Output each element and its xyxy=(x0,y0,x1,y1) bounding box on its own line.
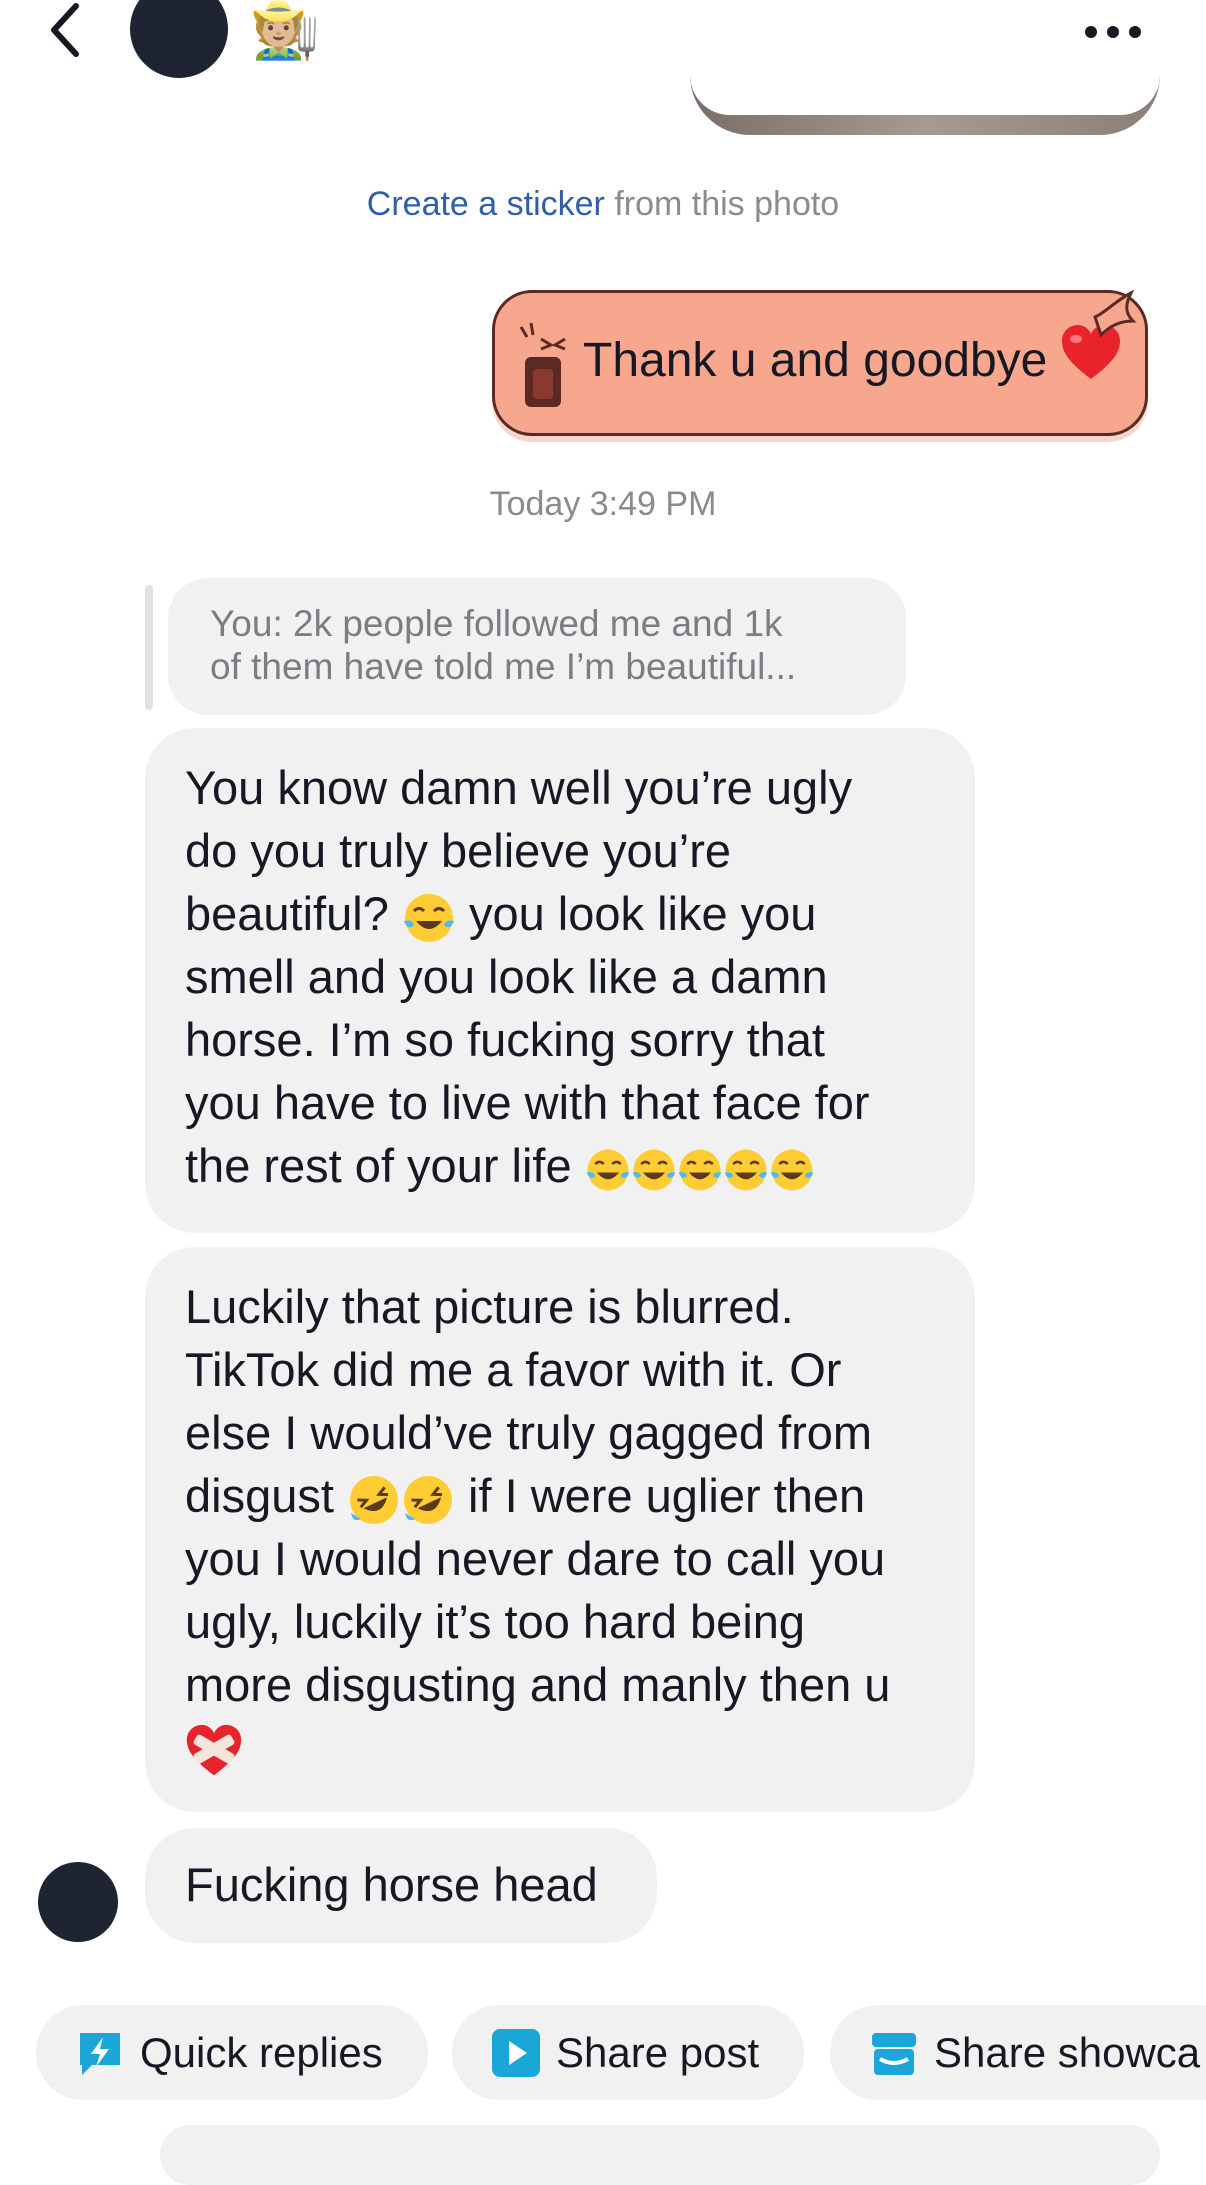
timestamp: Today 3:49 PM xyxy=(489,485,717,523)
rolling-laughing-emoji-icon xyxy=(347,1469,468,1524)
sender-avatar[interactable] xyxy=(38,1862,118,1942)
message-line: You know damn well you’re ugly xyxy=(185,761,853,814)
sent-message-bubble[interactable]: Thank u and goodbye xyxy=(492,289,1148,436)
share-post-label: Share post xyxy=(556,2028,760,2076)
chevron-left-icon xyxy=(51,3,79,57)
message-line: else I would’ve truly gagged from xyxy=(185,1406,873,1459)
message-line: Luckily that picture is blurred. xyxy=(185,1280,794,1333)
received-message[interactable]: Fucking horse head xyxy=(145,1828,657,1943)
message-line: the rest of your life xyxy=(185,1134,935,1197)
shouting-face-icon xyxy=(519,322,566,407)
message-line: more disgusting and manly then u xyxy=(185,1658,891,1711)
message-line xyxy=(185,1716,935,1781)
message-line: TikTok did me a favor with it. Or xyxy=(185,1343,842,1396)
tears-of-joy-emoji-icon xyxy=(403,893,454,942)
message-input[interactable] xyxy=(160,2125,1160,2185)
quoted-reply-line: You: 2k people followed me and 1k xyxy=(210,603,783,644)
message-line: do you truly believe you’re xyxy=(185,824,732,877)
quoted-reply[interactable]: You: 2k people followed me and 1k of the… xyxy=(168,578,906,715)
message-line: horse. I’m so fucking sorry that xyxy=(185,1013,825,1066)
message-line: beautiful? you look like you xyxy=(185,882,935,945)
quick-replies-label: Quick replies xyxy=(140,2028,383,2076)
share-showcase-button[interactable]: Share showca xyxy=(830,2005,1206,2100)
received-message[interactable]: You know damn well you’re ugly do you tr… xyxy=(145,728,975,1233)
more-options-button[interactable] xyxy=(1085,12,1155,52)
share-showcase-label: Share showca xyxy=(934,2028,1201,2076)
message-line: Fucking horse head xyxy=(185,1858,598,1911)
create-sticker-rest: from this photo xyxy=(604,185,840,223)
message-line: smell and you look like a damn xyxy=(185,950,828,1003)
dot-icon xyxy=(1085,26,1097,38)
message-line: disgust if I were uglier then xyxy=(185,1464,935,1527)
message-line: you have to live with that face for xyxy=(185,1076,870,1129)
share-post-button[interactable]: Share post xyxy=(452,2005,804,2100)
storefront-icon xyxy=(872,2032,916,2075)
dot-icon xyxy=(1129,26,1141,38)
dot-icon xyxy=(1107,26,1119,38)
received-message[interactable]: Luckily that picture is blurred. TikTok … xyxy=(145,1247,975,1812)
sent-message[interactable]: Thank u and goodbye xyxy=(478,280,1178,440)
contact-avatar[interactable] xyxy=(130,0,228,78)
lightning-chat-icon xyxy=(80,2032,120,2075)
play-icon xyxy=(492,2028,540,2077)
message-line: ugly, luckily it’s too hard being xyxy=(185,1595,806,1648)
bubble-tail-decoration xyxy=(1093,289,1137,338)
back-button[interactable] xyxy=(40,0,100,60)
sent-message-text: Thank u and goodbye xyxy=(583,334,1048,387)
quote-indicator-bar xyxy=(145,585,153,710)
quick-replies-button[interactable]: Quick replies xyxy=(36,2005,428,2100)
create-sticker-prompt: Create a sticker from this photo xyxy=(0,185,1206,224)
create-sticker-link[interactable]: Create a sticker xyxy=(367,185,605,223)
shared-photo[interactable] xyxy=(690,70,1160,135)
mending-heart-icon xyxy=(186,1724,242,1775)
quoted-reply-line: of them have told me I’m beautiful... xyxy=(210,646,797,687)
tears-of-joy-emoji-icon xyxy=(585,1139,815,1192)
contact-name-emoji[interactable]: 🧑🏼‍🌾 xyxy=(250,0,320,60)
message-line: you I would never dare to call you xyxy=(185,1532,886,1585)
